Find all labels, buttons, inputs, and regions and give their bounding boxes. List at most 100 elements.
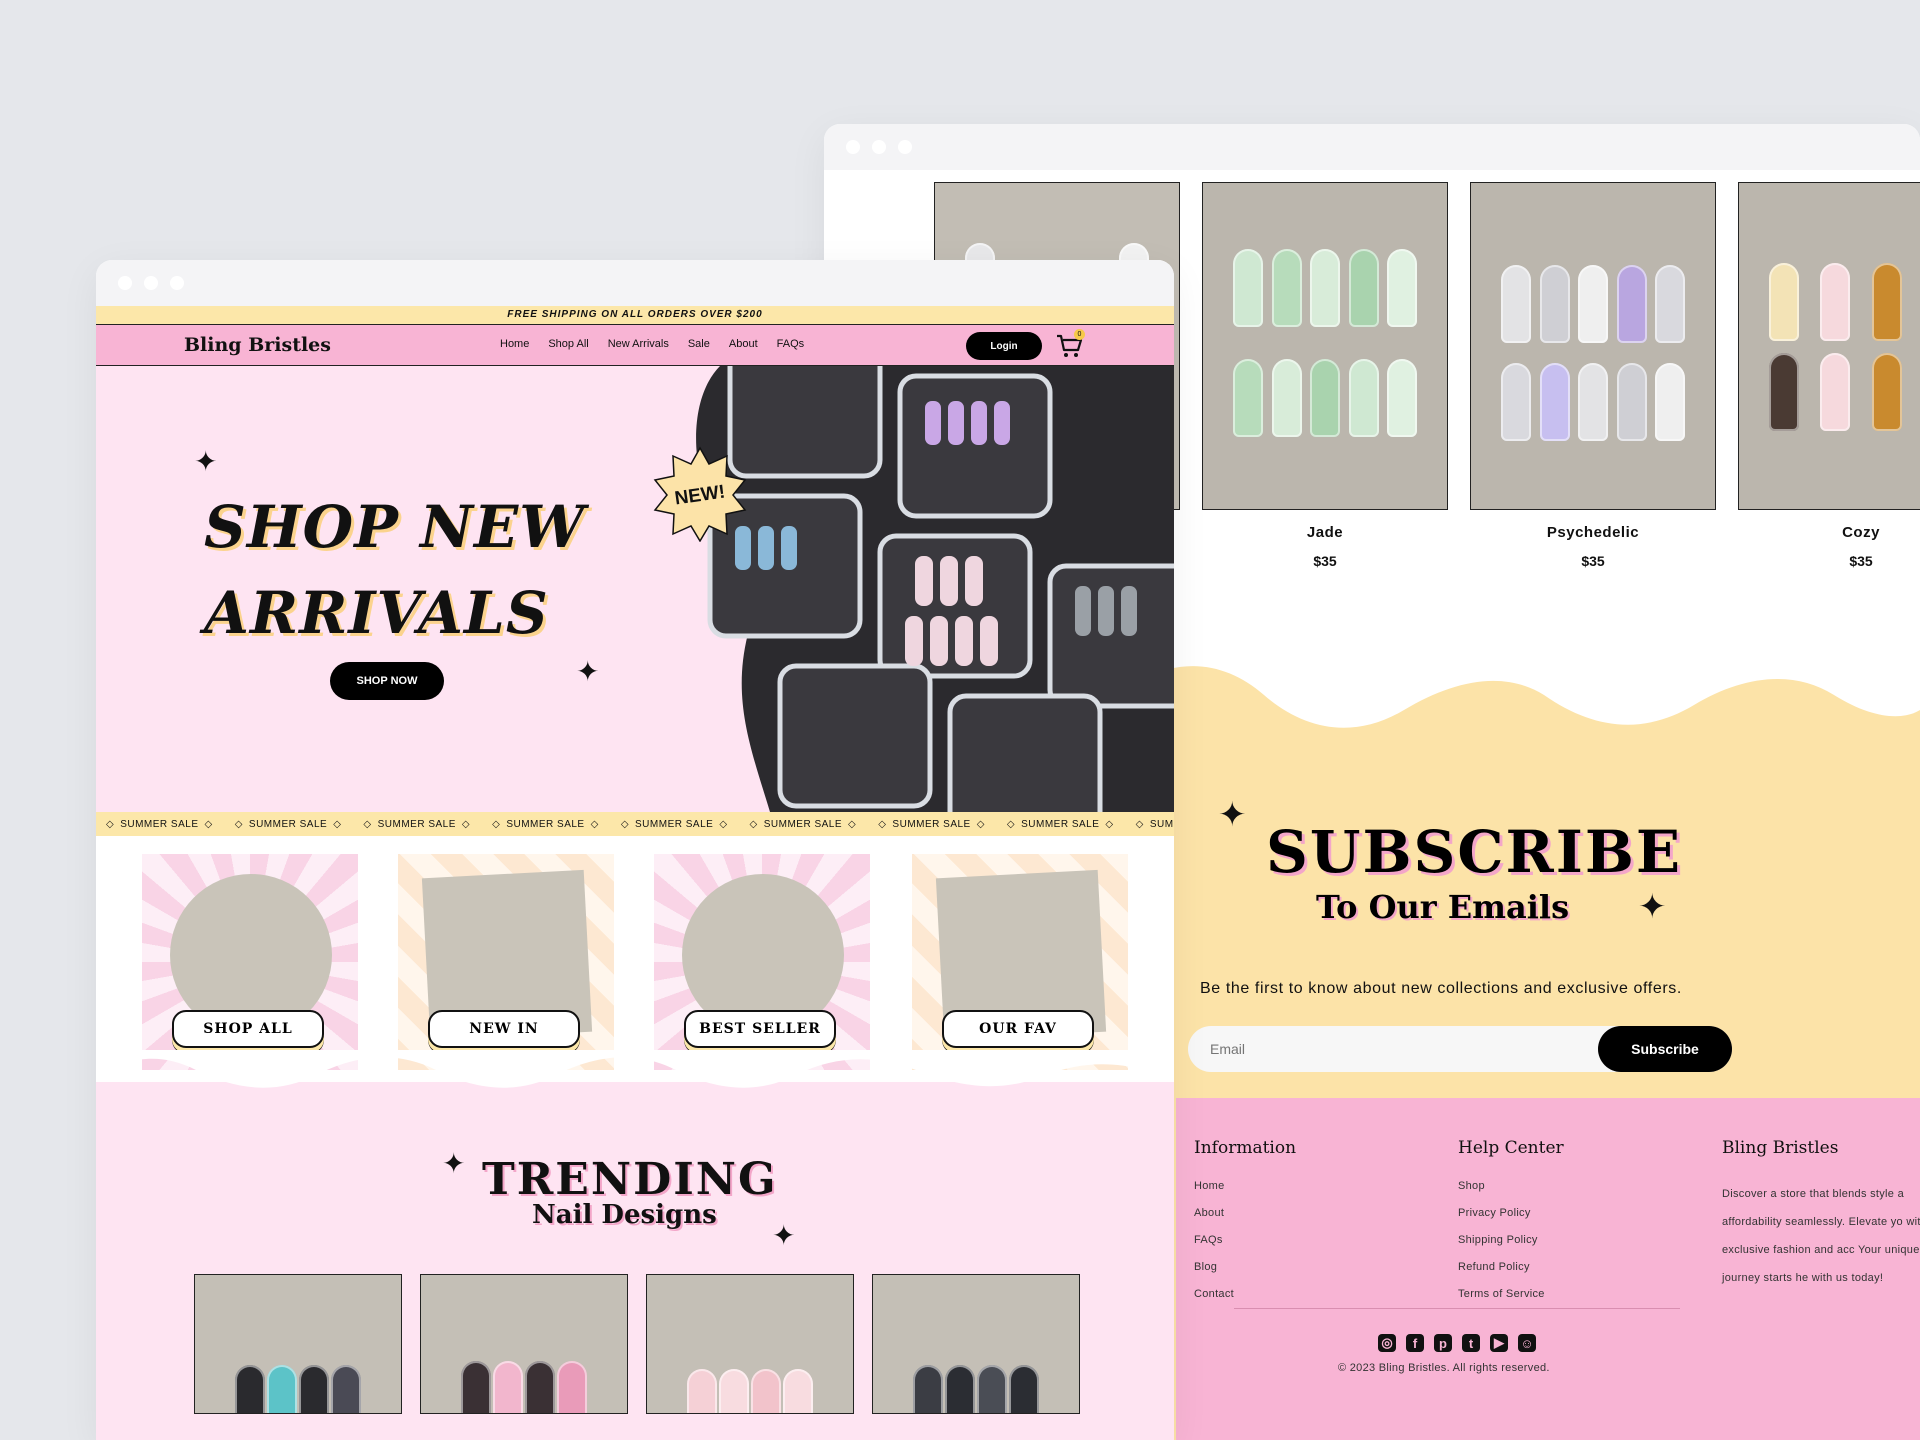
window-titlebar	[824, 124, 1920, 170]
category-our-fav[interactable]: OUR FAV	[912, 854, 1128, 1070]
window-dot	[170, 276, 184, 290]
footer-brand: Bling Bristles Discover a store that ble…	[1722, 1138, 1920, 1292]
email-form: Subscribe	[1188, 1026, 1732, 1072]
window-titlebar	[96, 260, 1174, 306]
pinterest-icon[interactable]: p	[1434, 1334, 1452, 1352]
nav-item-faqs[interactable]: FAQs	[777, 338, 805, 350]
footer-link-shop[interactable]: Shop	[1458, 1180, 1564, 1192]
category-new-in[interactable]: NEW IN	[398, 854, 614, 1070]
diamond-icon: ◇	[461, 818, 471, 830]
diamond-icon: ◇	[749, 818, 758, 830]
hero-title: SHOP NEW ARRIVALS	[204, 493, 586, 647]
product-price: $35	[1313, 553, 1337, 569]
category-button-our-fav[interactable]: OUR FAV	[942, 1010, 1094, 1048]
diamond-icon: ◇	[590, 818, 599, 830]
instagram-icon[interactable]: ◎	[1378, 1334, 1396, 1352]
summer-sale-ticker: ◇ SUMMER SALE ◇ ◇ SUMMER SALE ◇ ◇ SUMMER SALE ◇ ◇…	[96, 812, 1174, 836]
product-image[interactable]	[1738, 182, 1920, 510]
diamond-icon: ◇	[492, 818, 501, 830]
site-logo[interactable]: Bling Bristles	[184, 334, 331, 356]
trending-wave	[96, 1050, 1174, 1088]
nav-item-about[interactable]: About	[729, 338, 758, 350]
diamond-icon: ◇	[1006, 818, 1016, 830]
diamond-icon: ◇	[620, 818, 630, 830]
shipping-banner: FREE SHIPPING ON ALL ORDERS OVER $200	[96, 306, 1174, 324]
trending-product-card[interactable]	[194, 1274, 402, 1414]
footer-help-center: Help Center Shop Privacy Policy Shipping…	[1458, 1138, 1564, 1315]
twitter-icon[interactable]: t	[1462, 1334, 1480, 1352]
nav-menu: Home Shop All New Arrivals Sale About FA…	[500, 338, 804, 350]
ticker-item: ◇SUMMER SALE◇	[234, 818, 342, 830]
sparkle-icon: ✦	[442, 1148, 466, 1179]
diamond-icon: ◇	[363, 818, 372, 830]
diamond-icon: ◇	[878, 818, 887, 830]
ticker-item: ◇SUMMER SALE◇	[878, 818, 985, 830]
footer-link-faqs[interactable]: FAQs	[1194, 1234, 1296, 1246]
category-button-new-in[interactable]: NEW IN	[428, 1010, 580, 1048]
category-button-shop-all[interactable]: SHOP ALL	[172, 1010, 324, 1048]
main-nav: Bling Bristles Home Shop All New Arrival…	[96, 324, 1174, 366]
facebook-icon[interactable]: f	[1406, 1334, 1424, 1352]
footer-link-home[interactable]: Home	[1194, 1180, 1296, 1192]
nav-item-home[interactable]: Home	[500, 338, 529, 350]
hero-banner: ✦ ✦ SHOP NEW ARRIVALS SHOP NOW NEW!	[96, 366, 1174, 812]
category-button-best-seller[interactable]: BEST SELLER	[684, 1010, 836, 1048]
sparkle-icon: ✦	[194, 446, 218, 477]
footer-divider	[1234, 1308, 1680, 1309]
product-card[interactable]: Cozy $35	[1738, 182, 1920, 569]
nav-item-sale[interactable]: Sale	[688, 338, 710, 350]
product-name[interactable]: Jade	[1202, 524, 1448, 541]
front-browser-window: FREE SHIPPING ON ALL ORDERS OVER $200 Bl…	[96, 260, 1174, 1440]
product-card[interactable]: Jade $35	[1202, 182, 1448, 569]
subscribe-subtitle: To Our Emails	[1316, 888, 1570, 926]
login-button[interactable]: Login	[966, 332, 1042, 360]
category-best-seller[interactable]: BEST SELLER	[654, 854, 870, 1070]
product-image[interactable]	[1202, 182, 1448, 510]
nav-item-new-arrivals[interactable]: New Arrivals	[608, 338, 669, 350]
footer-brand-description: Discover a store that blends style a aff…	[1722, 1188, 1920, 1284]
window-dot	[872, 140, 886, 154]
youtube-icon[interactable]: ▶	[1490, 1334, 1508, 1352]
ticker-item: ◇SUMMER SALE◇	[749, 818, 857, 830]
shop-now-button[interactable]: SHOP NOW	[330, 662, 444, 700]
product-card[interactable]: Psychedelic $35	[1470, 182, 1716, 569]
product-price: $35	[1581, 553, 1605, 569]
subscribe-title: SUBSCRIBE	[1266, 818, 1683, 886]
diamond-icon: ◇	[204, 818, 213, 830]
window-dot	[846, 140, 860, 154]
trending-product-card[interactable]	[872, 1274, 1080, 1414]
ticker-item: ◇SUMMER SALE◇	[1006, 818, 1114, 830]
discord-icon[interactable]: ☺	[1518, 1334, 1536, 1352]
subscribe-button[interactable]: Subscribe	[1598, 1026, 1732, 1072]
footer-link-refund-policy[interactable]: Refund Policy	[1458, 1261, 1564, 1273]
diamond-icon: ◇	[234, 818, 243, 830]
email-input[interactable]	[1188, 1026, 1588, 1072]
product-name[interactable]: Psychedelic	[1470, 524, 1716, 541]
diamond-icon: ◇	[1135, 818, 1144, 830]
site-footer: Information Home About FAQs Blog Contact…	[1176, 1098, 1920, 1440]
footer-link-about[interactable]: About	[1194, 1207, 1296, 1219]
product-name[interactable]: Cozy	[1738, 524, 1920, 541]
footer-heading: Bling Bristles	[1722, 1138, 1839, 1158]
copyright-text: © 2023 Bling Bristles. All rights reserv…	[1338, 1362, 1550, 1374]
trending-product-card[interactable]	[420, 1274, 628, 1414]
nav-item-shop-all[interactable]: Shop All	[548, 338, 588, 350]
window-dot	[118, 276, 132, 290]
trending-subtitle: Nail Designs	[532, 1200, 717, 1230]
ticker-item: ◇SUMMER SALE◇	[492, 818, 599, 830]
footer-link-shipping-policy[interactable]: Shipping Policy	[1458, 1234, 1564, 1246]
footer-link-terms[interactable]: Terms of Service	[1458, 1288, 1564, 1300]
product-image[interactable]	[1470, 182, 1716, 510]
trending-title: TRENDING	[482, 1154, 778, 1205]
social-links: ◎ f p t ▶ ☺	[1378, 1334, 1536, 1352]
footer-link-privacy-policy[interactable]: Privacy Policy	[1458, 1207, 1564, 1219]
product-price: $35	[1849, 553, 1873, 569]
footer-link-blog[interactable]: Blog	[1194, 1261, 1296, 1273]
window-dot	[144, 276, 158, 290]
footer-link-contact[interactable]: Contact	[1194, 1288, 1296, 1300]
trending-product-card[interactable]	[646, 1274, 854, 1414]
category-shop-all[interactable]: SHOP ALL	[142, 854, 358, 1070]
footer-heading: Help Center	[1458, 1138, 1564, 1158]
footer-information: Information Home About FAQs Blog Contact	[1194, 1138, 1296, 1315]
footer-heading: Information	[1194, 1138, 1297, 1158]
